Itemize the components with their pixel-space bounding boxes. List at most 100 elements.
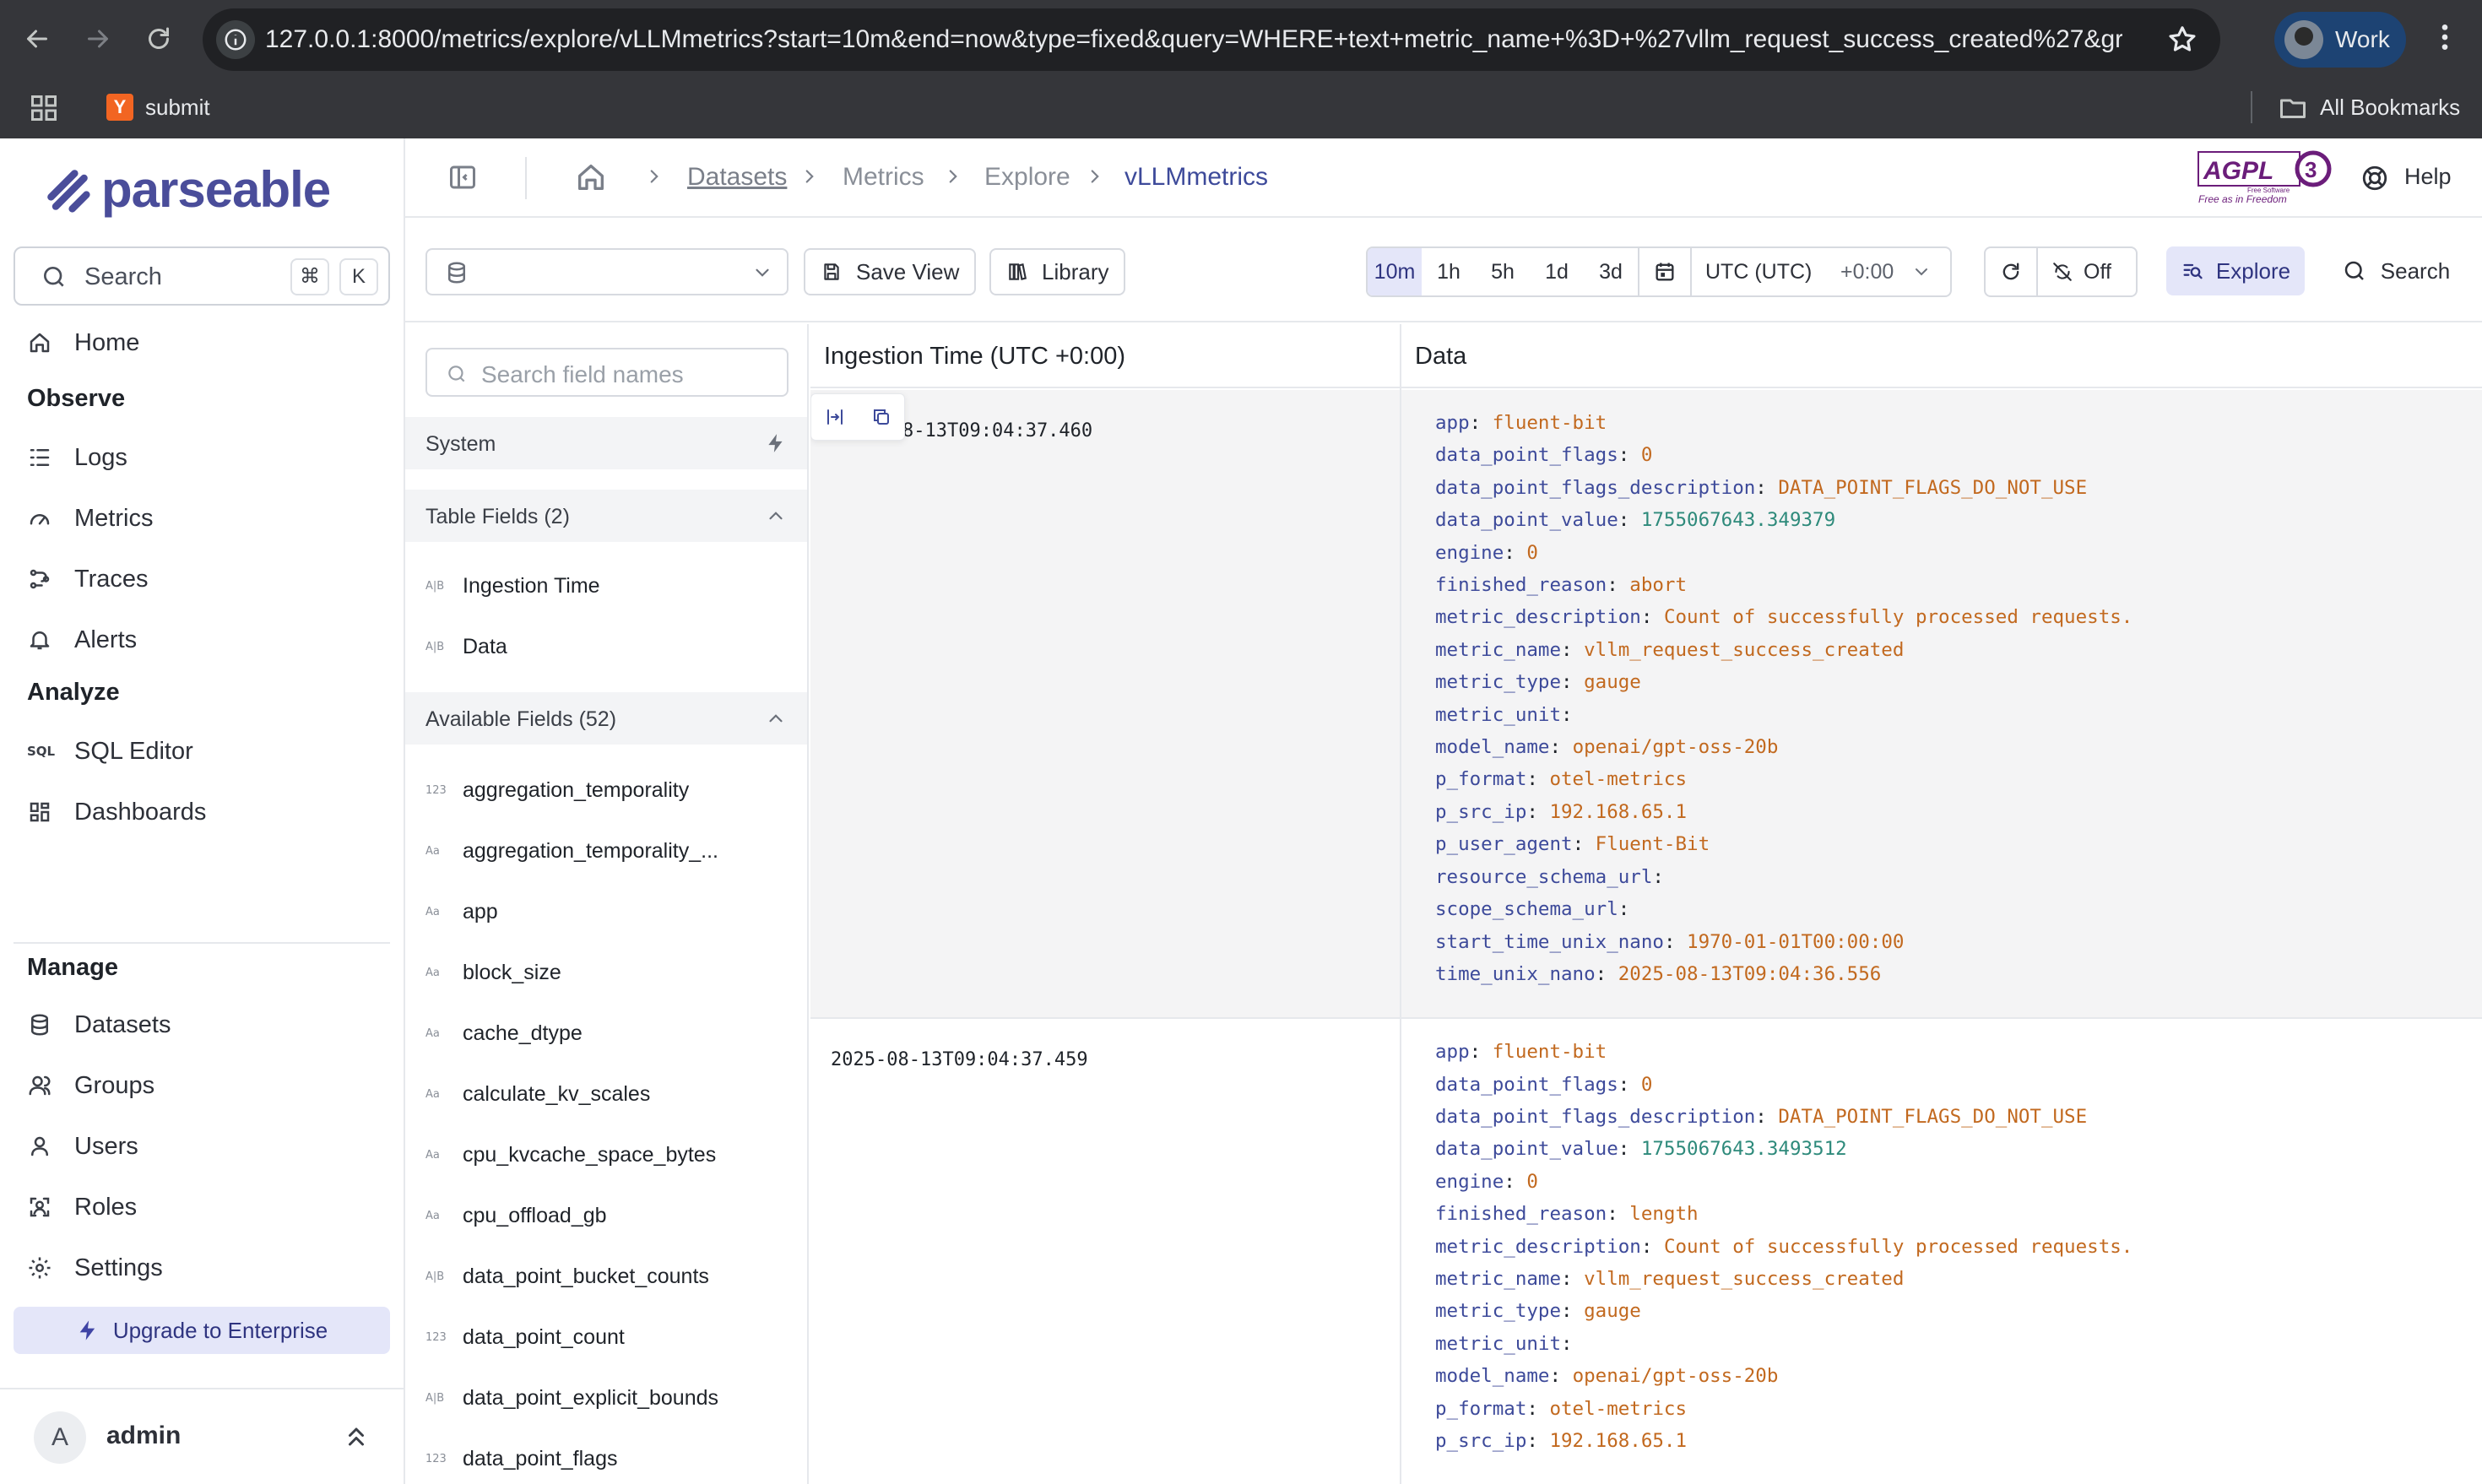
explore-button[interactable]: Explore xyxy=(2166,246,2305,295)
field-item[interactable]: Aa cache_dtype xyxy=(425,1016,583,1050)
data-field-line: metric_name: vllm_request_success_create… xyxy=(1435,634,2132,666)
sidebar-item-sql-editor[interactable]: SQL SQL Editor xyxy=(27,731,193,772)
sidebar-item-logs[interactable]: Logs xyxy=(27,437,127,478)
forward-icon[interactable] xyxy=(78,19,118,59)
data-value: 1970-01-01T00:00:00 xyxy=(1687,930,1905,953)
range-1h[interactable]: 1h xyxy=(1422,248,1476,295)
table-fields-section[interactable]: Table Fields (2) xyxy=(405,490,807,542)
sidebar-item-traces[interactable]: Traces xyxy=(27,559,149,599)
field-item[interactable]: 123 aggregation_temporality xyxy=(425,773,689,807)
sidebar-item-settings[interactable]: Settings xyxy=(27,1248,163,1288)
help-link[interactable]: Help xyxy=(2404,164,2452,190)
field-item[interactable]: A|B data_point_explicit_bounds xyxy=(425,1381,718,1415)
auto-refresh-label: Off xyxy=(2084,259,2111,284)
sidebar-item-datasets[interactable]: Datasets xyxy=(27,1005,171,1045)
address-bar[interactable]: 127.0.0.1:8000/metrics/explore/vLLMmetri… xyxy=(203,8,2220,71)
bookmark-submit[interactable]: submit xyxy=(145,93,210,122)
upgrade-button[interactable]: Upgrade to Enterprise xyxy=(14,1307,390,1354)
site-info-icon[interactable] xyxy=(216,20,255,59)
breadcrumb-metrics: Metrics xyxy=(843,163,924,191)
chevron-down-icon[interactable] xyxy=(1911,262,1932,282)
data-value: gauge xyxy=(1584,671,1641,694)
refresh-button[interactable] xyxy=(1986,248,2038,295)
data-value: 0 xyxy=(1640,1073,1653,1096)
column-header-time[interactable]: Ingestion Time (UTC +0:00) xyxy=(810,324,1400,388)
sidebar-item-home[interactable]: Home xyxy=(27,322,139,363)
breadcrumb-home-icon[interactable] xyxy=(574,160,608,194)
data-key-separator: : xyxy=(1618,1073,1641,1096)
data-cell: app: fluent-bit data_point_flags: 0 data_p… xyxy=(1435,1036,2132,1457)
user-menu[interactable]: A admin xyxy=(0,1388,404,1481)
sidebar-item-alerts[interactable]: Alerts xyxy=(27,620,137,660)
field-type-icon: A|B xyxy=(425,1391,445,1405)
table-row[interactable]: 8-13T09:04:37.460 app: fluent-bit data_poi… xyxy=(810,390,2482,1018)
browser-menu-icon[interactable] xyxy=(2428,20,2462,61)
data-value: 0 xyxy=(1526,541,1538,564)
sidebar-item-metrics[interactable]: Metrics xyxy=(27,498,153,539)
dataset-select[interactable] xyxy=(425,248,788,295)
groups-icon xyxy=(29,1075,51,1096)
data-field-line: metric_description: Count of successfull… xyxy=(1435,601,2132,633)
sidebar-search[interactable]: Search ⌘ K xyxy=(14,246,390,306)
range-5h[interactable]: 5h xyxy=(1476,248,1530,295)
field-item[interactable]: Aa app xyxy=(425,895,498,929)
apps-grid-icon[interactable] xyxy=(29,93,59,123)
field-item[interactable]: 123 data_point_count xyxy=(425,1320,625,1354)
field-item[interactable]: Aa calculate_kv_scales xyxy=(425,1077,650,1111)
sidebar-item-dashboards[interactable]: Dashboards xyxy=(27,792,206,832)
data-key-separator: : xyxy=(1561,671,1585,694)
sidebar-toggle-icon[interactable] xyxy=(447,162,478,192)
data-field-line: p_src_ip: 192.168.65.1 xyxy=(1435,796,2132,828)
column-header-data[interactable]: Data xyxy=(1401,324,2482,388)
url-text[interactable]: 127.0.0.1:8000/metrics/explore/vLLMmetri… xyxy=(265,25,2122,54)
bookmark-star-icon[interactable] xyxy=(2166,24,2198,56)
all-bookmarks[interactable]: All Bookmarks xyxy=(2320,93,2460,122)
avatar: A xyxy=(34,1411,86,1464)
search-button[interactable]: Search xyxy=(2328,246,2463,295)
auto-refresh-toggle[interactable]: Off xyxy=(2051,260,2111,284)
field-name: block_size xyxy=(463,960,561,984)
range-1d[interactable]: 1d xyxy=(1530,248,1584,295)
range-3d[interactable]: 3d xyxy=(1584,248,1638,295)
sidebar-item-roles[interactable]: Roles xyxy=(27,1187,137,1227)
database-icon xyxy=(31,1014,48,1036)
data-field-line: p_format: otel-metrics xyxy=(1435,1393,2132,1425)
field-item[interactable]: Aa aggregation_temporality_... xyxy=(425,834,718,868)
data-key: metric_type xyxy=(1435,1300,1562,1323)
profile-avatar xyxy=(2284,20,2323,59)
data-key: engine xyxy=(1435,1170,1504,1193)
range-10m[interactable]: 10m xyxy=(1368,248,1422,295)
save-view-button[interactable]: Save View xyxy=(804,248,977,295)
timezone-select[interactable]: UTC (UTC) xyxy=(1705,260,1840,284)
expand-cell-icon[interactable] xyxy=(825,407,845,427)
system-section[interactable]: System xyxy=(405,417,807,469)
field-item[interactable]: A|B data_point_bucket_counts xyxy=(425,1259,709,1293)
copy-icon[interactable] xyxy=(871,407,891,427)
lifebuoy-icon[interactable] xyxy=(2360,164,2389,192)
field-name: cpu_kvcache_space_bytes xyxy=(463,1142,717,1167)
field-name: data_point_count xyxy=(463,1324,625,1349)
sidebar-item-users[interactable]: Users xyxy=(27,1126,138,1167)
search-icon xyxy=(44,267,64,287)
field-item[interactable]: Aa cpu_kvcache_space_bytes xyxy=(425,1138,716,1172)
field-type-icon: Aa xyxy=(425,1087,440,1101)
back-icon[interactable] xyxy=(17,19,57,59)
table-row[interactable]: 2025-08-13T09:04:37.459 app: fluent-bit da… xyxy=(810,1019,2482,1484)
calendar-button[interactable] xyxy=(1638,248,1692,295)
field-item[interactable]: A|B Ingestion Time xyxy=(425,569,600,603)
data-key: model_name xyxy=(1435,1365,1550,1388)
field-search-input[interactable]: Search field names xyxy=(425,348,788,397)
library-button[interactable]: Library xyxy=(989,248,1126,295)
field-item[interactable]: Aa cpu_offload_gb xyxy=(425,1199,607,1232)
field-item[interactable]: A|B Data xyxy=(425,630,507,663)
parseable-logo[interactable]: parseable xyxy=(44,160,331,219)
data-value: Fluent-Bit xyxy=(1595,833,1710,856)
field-item[interactable]: Aa block_size xyxy=(425,956,561,989)
chevrons-up-icon[interactable] xyxy=(341,1422,371,1452)
breadcrumb-datasets[interactable]: Datasets xyxy=(687,162,787,192)
reload-icon[interactable] xyxy=(138,19,179,59)
sidebar-item-groups[interactable]: Groups xyxy=(27,1065,154,1106)
profile-button[interactable]: Work xyxy=(2274,12,2406,68)
field-item[interactable]: 123 data_point_flags xyxy=(425,1442,617,1476)
available-fields-section[interactable]: Available Fields (52) xyxy=(405,692,807,745)
